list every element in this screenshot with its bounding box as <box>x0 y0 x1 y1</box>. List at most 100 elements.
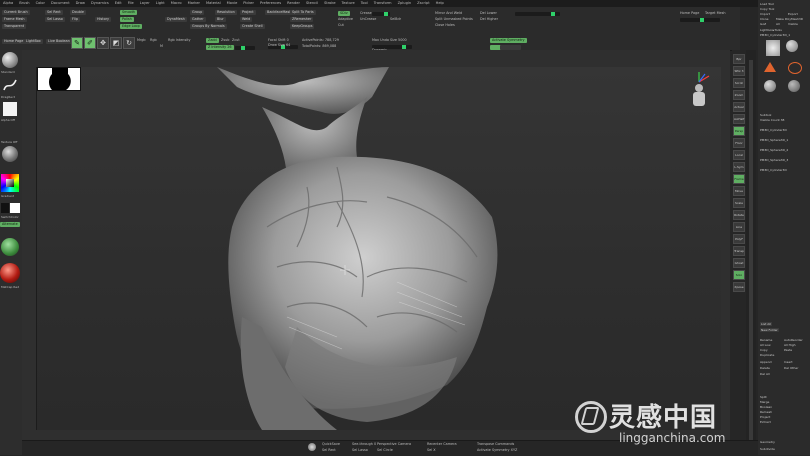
zsub-label[interactable]: Zsub <box>221 38 229 43</box>
right-tool-transp[interactable]: Transp <box>733 246 745 256</box>
draw-tool[interactable]: ✐ <box>84 37 96 49</box>
right-tool-l-sym[interactable]: L.Sym <box>733 162 745 172</box>
menu-item-tool[interactable]: Tool <box>358 0 371 7</box>
rename-button[interactable]: Rename <box>760 338 772 342</box>
menu-item-macro[interactable]: Macro <box>168 0 185 7</box>
bottom-sel-circle[interactable]: Sel Circle <box>377 448 393 453</box>
merge-button[interactable]: Merge <box>760 400 769 404</box>
dynamesh-button[interactable]: DynaMesh <box>165 17 187 22</box>
right-tool-aahalf[interactable]: AAHalf <box>733 114 745 124</box>
menu-item-picker[interactable]: Picker <box>240 0 257 7</box>
menu-item-stencil[interactable]: Stencil <box>303 0 321 7</box>
crease-slider[interactable] <box>372 12 390 16</box>
menu-item-render[interactable]: Render <box>284 0 303 7</box>
gather-button[interactable]: Gather <box>190 17 206 22</box>
right-tool-line-fill[interactable]: Line Fill <box>733 222 745 237</box>
project-button[interactable]: Project <box>760 415 770 419</box>
export-button[interactable]: Export <box>788 12 798 16</box>
zcut-label[interactable]: Zcut <box>232 38 240 43</box>
subtool-header[interactable]: Subtool <box>760 113 771 117</box>
right-tool-rotate[interactable]: Rotate <box>733 210 745 220</box>
edit-tool[interactable]: ✎ <box>71 37 83 49</box>
menu-item-brush[interactable]: Brush <box>16 0 32 7</box>
right-tool-polyf[interactable]: PolyF <box>733 234 745 244</box>
right-tool-zoom[interactable]: Zoom <box>733 90 745 100</box>
alternate-button[interactable]: Alternate <box>0 222 20 227</box>
list-all-button[interactable]: List All <box>760 322 772 326</box>
menu-item-transform[interactable]: Transform <box>371 0 395 7</box>
mrgb-label[interactable]: Mrgb <box>137 38 146 43</box>
material-green-icon[interactable] <box>1 238 19 256</box>
polish-button[interactable]: Polish <box>120 17 134 22</box>
del-other-button[interactable]: Del Other <box>784 366 798 370</box>
matcap-red-icon[interactable] <box>0 263 20 283</box>
create-shell-button[interactable]: Create Shell <box>240 24 265 29</box>
menu-item-edit[interactable]: Edit <box>112 0 125 7</box>
bottom-see-through[interactable]: See-through 0 <box>352 442 376 447</box>
menu-item-preferences[interactable]: Preferences <box>257 0 284 7</box>
bottom-quicksave[interactable]: QuickSave <box>322 442 340 447</box>
pm3d-icon[interactable] <box>788 80 800 92</box>
menu-item-stroke[interactable]: Stroke <box>321 0 338 7</box>
viewport[interactable] <box>36 67 721 430</box>
transparent-button[interactable]: Transparent <box>2 24 27 29</box>
extract-button[interactable]: Extract <box>760 420 771 424</box>
sphere-thumb-icon[interactable] <box>786 40 798 52</box>
goz-button[interactable]: GoZ <box>760 22 766 26</box>
texture-preview-icon[interactable] <box>2 146 18 162</box>
gizmo-icon[interactable] <box>687 72 711 108</box>
backface-button[interactable]: BackfaceMask <box>265 10 294 15</box>
brush-preview-icon[interactable] <box>2 52 18 68</box>
subtool-item-3[interactable]: PM3D_Sphere3D_2 <box>760 148 788 152</box>
lightbox-button[interactable]: LightBox <box>24 39 43 44</box>
copy-button[interactable]: Copy <box>760 348 768 352</box>
target-slider[interactable] <box>680 18 720 22</box>
zadd-button[interactable]: Zadd <box>206 38 219 43</box>
all-button[interactable]: All <box>776 22 780 26</box>
new-folder-button[interactable]: New Folder <box>760 328 779 332</box>
load-tool-button[interactable]: Load Tool <box>760 2 774 6</box>
bottom-sel-x[interactable]: Sel X <box>427 448 436 453</box>
right-tool-scale[interactable]: Scale <box>733 198 745 208</box>
split-button[interactable]: Split <box>760 395 767 399</box>
right-tool-bpr[interactable]: Bpr <box>733 54 745 64</box>
right-tool-xpose[interactable]: Xpose <box>733 282 745 292</box>
menu-item-zplugin[interactable]: Zplugin <box>395 0 415 7</box>
color-picker-icon[interactable] <box>1 174 19 192</box>
menu-item-material[interactable]: Material <box>203 0 224 7</box>
simple-brush-icon[interactable] <box>764 62 776 72</box>
menu-item-draw[interactable]: Draw <box>73 0 88 7</box>
sculpt-model[interactable] <box>37 67 721 430</box>
right-tool-ghost[interactable]: Ghost <box>733 258 745 268</box>
bottom-recenter[interactable]: Recenter Camera <box>427 442 457 447</box>
main-color-swatch[interactable] <box>10 203 20 213</box>
blur-button[interactable]: Blur <box>215 17 226 22</box>
live-boolean-button[interactable]: Live Boolean <box>46 39 72 44</box>
project-button[interactable]: Project <box>240 10 256 15</box>
all-high-button[interactable]: All High <box>784 343 796 347</box>
boolean-button[interactable]: Boolean <box>760 405 772 409</box>
subdivide-button[interactable]: Subdivide <box>760 447 775 451</box>
groups-by-normals-button[interactable]: Groups By Normals <box>190 24 227 29</box>
sphere3d-icon[interactable] <box>764 80 776 92</box>
right-tool-persp[interactable]: Persp <box>733 126 745 136</box>
menu-item-color[interactable]: Color <box>33 0 48 7</box>
menu-item-file[interactable]: File <box>125 0 137 7</box>
geometry-button[interactable]: Geometry <box>760 440 775 444</box>
dynamesh-green-button[interactable]: SDiv <box>338 11 350 16</box>
all-low-button[interactable]: All Low <box>760 343 771 347</box>
menu-item-alpha[interactable]: Alpha <box>0 0 16 7</box>
copy-tool-button[interactable]: Copy Tool <box>760 7 774 11</box>
right-tool-spix-3[interactable]: SPix 3 <box>733 66 745 76</box>
split-to-parts-button[interactable]: Split To Parts <box>290 10 316 15</box>
del-all-button[interactable]: Del All <box>760 372 770 376</box>
bottom-symmetry[interactable]: Activate Symmetry XYZ <box>477 448 517 453</box>
menu-item-zscript[interactable]: Zscript <box>414 0 432 7</box>
eraser-brush-icon[interactable] <box>788 62 802 74</box>
stroke-preview-icon[interactable] <box>2 77 18 93</box>
bottom-perspective[interactable]: Perspective Camera <box>377 442 411 447</box>
group-button[interactable]: Group <box>190 10 205 15</box>
auto-reorder-button[interactable]: AutoReorder <box>784 338 803 342</box>
append-button[interactable]: Append <box>760 360 772 364</box>
make-polymesh-button[interactable]: Make PolyMesh3D <box>776 17 803 21</box>
